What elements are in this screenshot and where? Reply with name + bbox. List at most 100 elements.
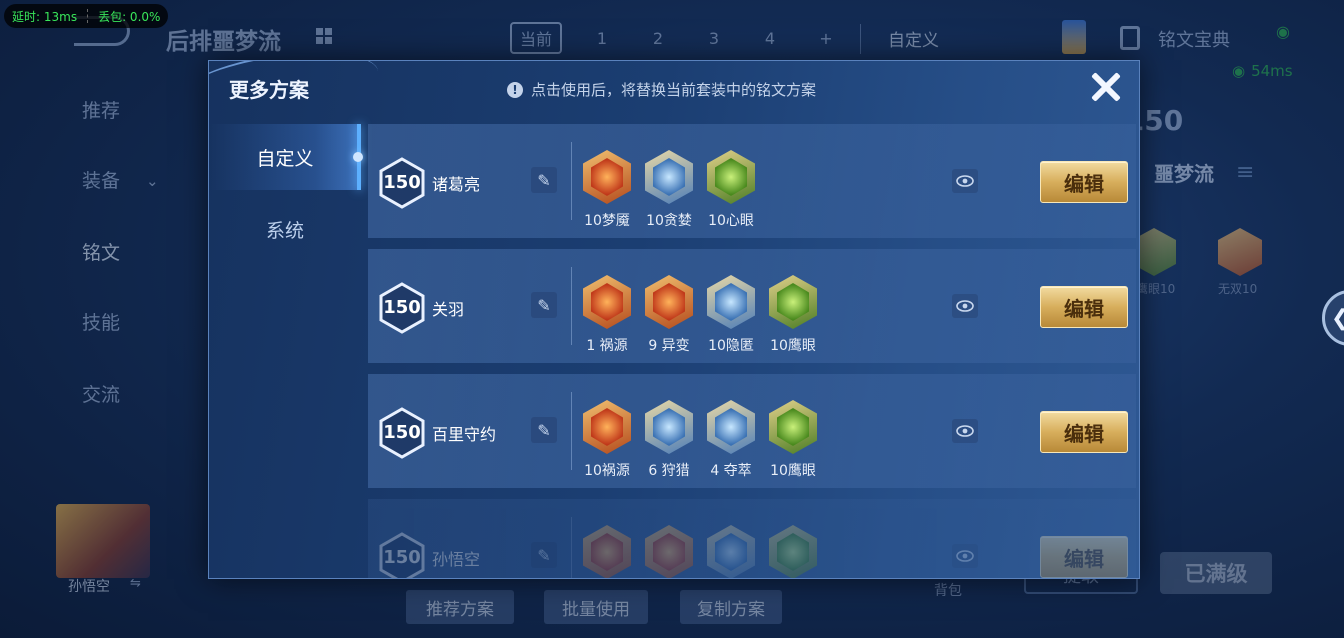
greed-rune-icon bbox=[645, 150, 693, 204]
nav-runes[interactable]: 铭文 bbox=[82, 238, 120, 265]
rune-slot: 10梦魇 bbox=[581, 150, 633, 234]
divider bbox=[87, 9, 89, 23]
tab-4[interactable]: 4 bbox=[760, 22, 780, 54]
level-badge: 150 bbox=[378, 532, 426, 578]
latency-text: 延时: 13ms bbox=[12, 9, 78, 24]
hunt-rune-icon bbox=[645, 400, 693, 454]
preview-eye-icon[interactable] bbox=[952, 294, 978, 318]
rename-pencil-icon[interactable]: ✎ bbox=[531, 417, 557, 443]
level-value: 150 bbox=[383, 297, 421, 318]
hero-name: 关羽 bbox=[432, 300, 465, 319]
plan-row[interactable]: 150 关羽 ✎ 1 祸源 9 异变 10隐匿 10鹰眼 编辑 bbox=[368, 249, 1136, 363]
hunt-rune-icon bbox=[707, 525, 755, 578]
close-icon[interactable] bbox=[1085, 67, 1125, 107]
calamity-rune-icon bbox=[583, 275, 631, 329]
dialog-title: 更多方案 bbox=[229, 78, 309, 102]
set-title: 后排噩梦流 bbox=[166, 29, 281, 55]
tab-1[interactable]: 1 bbox=[592, 22, 612, 54]
plan-category-tabs: 自定义 系统 bbox=[209, 124, 363, 578]
hawk-eye-rune-icon bbox=[769, 400, 817, 454]
calamity-rune-icon bbox=[645, 525, 693, 578]
dream-rune-icon bbox=[583, 150, 631, 204]
divider bbox=[571, 142, 572, 220]
side-rune-label: 无双10 bbox=[1218, 282, 1258, 296]
hint-text: 点击使用后，将替换当前套装中的铭文方案 bbox=[531, 81, 817, 99]
rename-pencil-icon[interactable]: ✎ bbox=[531, 292, 557, 318]
nav-recommend[interactable]: 推荐 bbox=[82, 96, 120, 123]
packet-loss-text: 丢包: 0.0% bbox=[98, 9, 161, 24]
plan-row[interactable]: 150 诸葛亮 ✎ 10梦魇 10贪婪 10心眼 编辑 bbox=[368, 124, 1136, 238]
level-badge: 150 bbox=[378, 157, 426, 209]
nav-skills[interactable]: 技能 bbox=[82, 308, 120, 335]
rune-label: 10鹰眼 bbox=[770, 338, 816, 354]
plan-list[interactable]: 150 诸葛亮 ✎ 10梦魇 10贪婪 10心眼 编辑 150 关羽 ✎ 1 祸源 9 异变 10隐匿 1… bbox=[368, 124, 1136, 578]
menu-icon[interactable]: ≡ bbox=[1236, 160, 1260, 185]
rune-slot bbox=[643, 525, 695, 578]
plan-row[interactable]: 150 孙悟空 ✎ 编辑 bbox=[368, 499, 1136, 578]
recommend-plan-button[interactable]: 推荐方案 bbox=[406, 590, 514, 624]
active-dot bbox=[353, 152, 363, 162]
rune-library-icon[interactable] bbox=[1120, 26, 1140, 50]
rune-slot bbox=[705, 525, 757, 578]
card-icon[interactable] bbox=[1062, 20, 1086, 54]
tab-current[interactable]: 当前 bbox=[510, 22, 563, 54]
tab-add[interactable]: + bbox=[816, 22, 836, 54]
edit-button[interactable]: 编辑 bbox=[1040, 536, 1128, 578]
custom-set-label[interactable]: 自定义 bbox=[888, 26, 939, 51]
rune-slot: 10鹰眼 bbox=[767, 275, 819, 359]
rename-pencil-icon[interactable]: ✎ bbox=[531, 167, 557, 193]
hero-name: 孙悟空 bbox=[432, 550, 481, 569]
grid-icon[interactable] bbox=[316, 28, 332, 44]
plan-row[interactable]: 150 百里守约 ✎ 10祸源 6 狩猎 4 夺萃 10鹰眼 编辑 bbox=[368, 374, 1136, 488]
rune-slot: 9 异变 bbox=[643, 275, 695, 359]
wifi-icon: ◉ bbox=[1276, 22, 1290, 41]
divider bbox=[571, 392, 572, 470]
batch-use-button[interactable]: 批量使用 bbox=[544, 590, 648, 624]
rune-library-label[interactable]: 铭文宝典 bbox=[1158, 26, 1230, 52]
network-status: 延时: 13ms 丢包: 0.0% bbox=[4, 4, 169, 28]
preview-eye-icon[interactable] bbox=[952, 419, 978, 443]
side-rune-label: 鹰眼10 bbox=[1136, 282, 1176, 296]
nav-community[interactable]: 交流 bbox=[82, 380, 120, 407]
preview-eye-icon[interactable] bbox=[952, 169, 978, 193]
rune-slot: 10鹰眼 bbox=[767, 400, 819, 484]
hero-avatar[interactable] bbox=[56, 504, 150, 578]
hidden-rune-icon bbox=[707, 275, 755, 329]
level-value: 150 bbox=[383, 422, 421, 443]
mind-eye-rune-icon bbox=[707, 150, 755, 204]
chevron-down-icon: ⌄ bbox=[146, 172, 159, 190]
hawk-eye-rune-icon bbox=[769, 525, 817, 578]
bag-label[interactable]: 背包 bbox=[934, 580, 962, 600]
preview-eye-icon[interactable] bbox=[952, 544, 978, 568]
tab-system[interactable]: 系统 bbox=[209, 196, 361, 262]
hero-name: 百里守约 bbox=[432, 425, 497, 444]
side-set-name: 噩梦流 bbox=[1154, 162, 1214, 186]
more-plans-dialog: 更多方案 ! 点击使用后，将替换当前套装中的铭文方案 自定义 系统 150 诸葛亮… bbox=[208, 60, 1140, 579]
tab-3[interactable]: 3 bbox=[704, 22, 724, 54]
swap-icon[interactable]: ⇋ bbox=[130, 576, 141, 591]
divider bbox=[571, 267, 572, 345]
tab-system-label: 系统 bbox=[265, 219, 304, 242]
nav-equipment[interactable]: 装备 bbox=[82, 166, 120, 193]
mutation-rune-icon bbox=[645, 275, 693, 329]
max-level-button[interactable]: 已满级 bbox=[1160, 552, 1272, 594]
edit-button[interactable]: 编辑 bbox=[1040, 411, 1128, 453]
level-badge: 150 bbox=[378, 407, 426, 459]
copy-plan-button[interactable]: 复制方案 bbox=[680, 590, 782, 624]
level-badge: 150 bbox=[378, 282, 426, 334]
rune-label: 10鹰眼 bbox=[770, 463, 816, 479]
edit-button[interactable]: 编辑 bbox=[1040, 161, 1128, 203]
edit-button[interactable]: 编辑 bbox=[1040, 286, 1128, 328]
tab-custom[interactable]: 自定义 bbox=[209, 124, 363, 190]
rune-slot: 1 祸源 bbox=[581, 275, 633, 359]
info-icon: ! bbox=[507, 81, 523, 98]
ping-indicator: ◉ 54ms bbox=[1232, 62, 1293, 80]
tab-2[interactable]: 2 bbox=[648, 22, 668, 54]
rename-pencil-icon[interactable]: ✎ bbox=[531, 542, 557, 568]
dialog-hint: ! 点击使用后，将替换当前套装中的铭文方案 bbox=[507, 79, 816, 100]
level-value: 150 bbox=[383, 172, 421, 193]
plunder-rune-icon bbox=[707, 400, 755, 454]
hawk-eye-rune-icon bbox=[769, 275, 817, 329]
calamity-rune-icon bbox=[583, 400, 631, 454]
rune-slot bbox=[767, 525, 819, 578]
